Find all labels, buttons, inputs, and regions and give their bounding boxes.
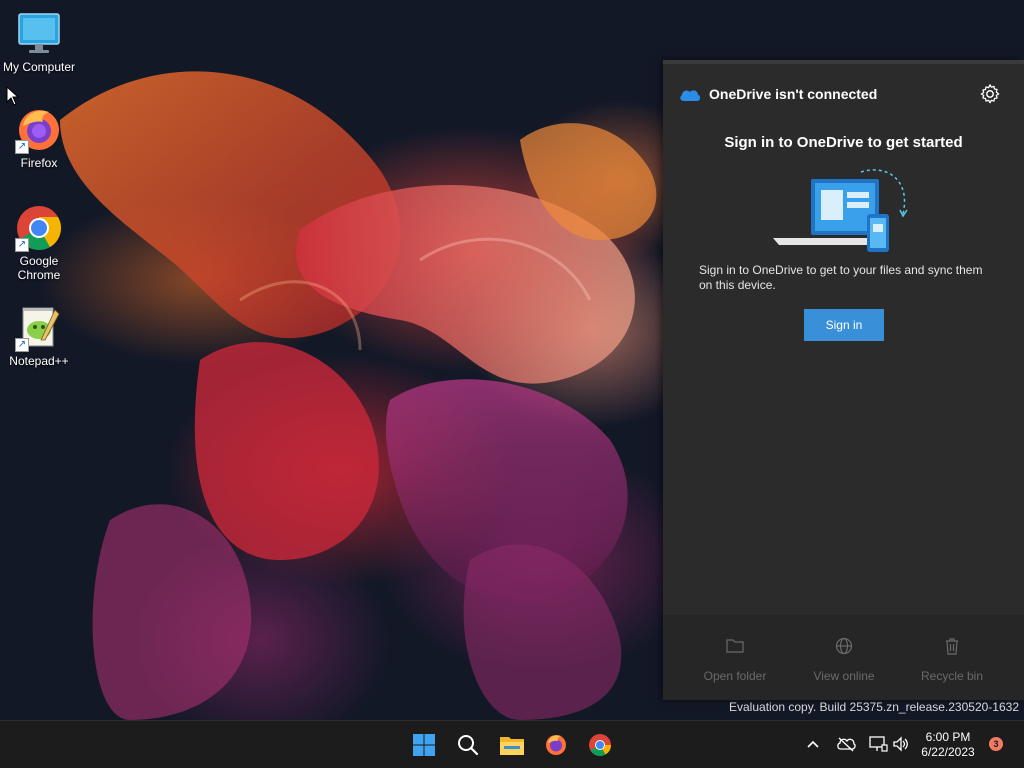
system-clock[interactable]: 6:00 PM 6/22/2023 bbox=[912, 730, 984, 760]
shortcut-arrow-icon: ↗ bbox=[15, 238, 29, 252]
shortcut-arrow-icon: ↗ bbox=[15, 338, 29, 352]
recycle-bin-button[interactable]: Recycle bin bbox=[902, 637, 1002, 683]
onedrive-flyout: OneDrive isn't connected Sign in to OneD… bbox=[663, 60, 1024, 700]
firefox-icon bbox=[546, 735, 566, 755]
desktop-icon-label: Notepad++ bbox=[9, 354, 69, 368]
desktop-icon-my-computer[interactable]: My Computer bbox=[0, 10, 78, 74]
globe-icon bbox=[835, 637, 853, 655]
folder-icon bbox=[726, 639, 744, 653]
onedrive-cloud-icon bbox=[680, 90, 701, 101]
flyout-heading: Sign in to OneDrive to get started bbox=[724, 134, 963, 151]
volume-icon[interactable] bbox=[892, 736, 910, 752]
desktop-icon-label: Google Chrome bbox=[17, 254, 61, 282]
desktop-icon-google-chrome[interactable]: ↗ Google Chrome bbox=[0, 204, 78, 282]
view-online-button[interactable]: View online bbox=[794, 637, 894, 683]
desktop-icon-label: My Computer bbox=[2, 60, 76, 74]
start-icon bbox=[413, 734, 435, 756]
chrome-icon: ↗ bbox=[15, 204, 63, 252]
sign-in-button[interactable]: Sign in bbox=[804, 309, 884, 341]
file-explorer-icon bbox=[500, 737, 524, 755]
monitor-icon bbox=[15, 10, 63, 58]
shortcut-arrow-icon: ↗ bbox=[15, 140, 29, 154]
evaluation-watermark: Evaluation copy. Build 25375.zn_release.… bbox=[729, 700, 1019, 714]
notepad-plus-plus-icon: ↗ bbox=[15, 304, 63, 352]
desktop-icon-label: Firefox bbox=[20, 156, 58, 170]
taskbar: 6:00 PM 6/22/2023 3 bbox=[0, 720, 1024, 768]
clock-time: 6:00 PM bbox=[925, 730, 971, 744]
flyout-header: OneDrive isn't connected bbox=[663, 64, 1024, 124]
gear-icon[interactable] bbox=[979, 83, 1001, 105]
clock-date: 6/22/2023 bbox=[921, 745, 975, 759]
chevron-up-icon[interactable] bbox=[806, 739, 820, 749]
desktop-icon-notepad-plus-plus[interactable]: ↗ Notepad++ bbox=[0, 304, 78, 368]
open-folder-button[interactable]: Open folder bbox=[685, 637, 785, 683]
chrome-icon bbox=[589, 734, 611, 756]
notification-badge[interactable]: 3 bbox=[989, 737, 1003, 751]
open-folder-label: Open folder bbox=[703, 669, 767, 683]
laptop-phone-sync-illustration bbox=[773, 169, 908, 252]
firefox-taskbar-button[interactable] bbox=[538, 727, 574, 763]
chrome-taskbar-button[interactable] bbox=[582, 727, 618, 763]
mouse-cursor-icon bbox=[6, 86, 20, 106]
flyout-footer: Open folder View online Recycle bin bbox=[663, 615, 1024, 700]
desktop-icon-firefox[interactable]: ↗ Firefox bbox=[0, 106, 78, 170]
search-button[interactable] bbox=[450, 727, 486, 763]
flyout-title: OneDrive isn't connected bbox=[709, 86, 878, 102]
flyout-description: Sign in to OneDrive to get to your files… bbox=[699, 263, 983, 292]
start-button[interactable] bbox=[406, 727, 442, 763]
file-explorer-button[interactable] bbox=[494, 727, 530, 763]
firefox-icon: ↗ bbox=[15, 106, 63, 154]
onedrive-offline-icon[interactable] bbox=[836, 736, 856, 752]
view-online-label: View online bbox=[813, 669, 875, 683]
search-icon bbox=[458, 735, 479, 756]
network-icon[interactable] bbox=[868, 735, 888, 753]
recycle-bin-label: Recycle bin bbox=[920, 669, 984, 683]
trash-icon bbox=[946, 638, 958, 655]
